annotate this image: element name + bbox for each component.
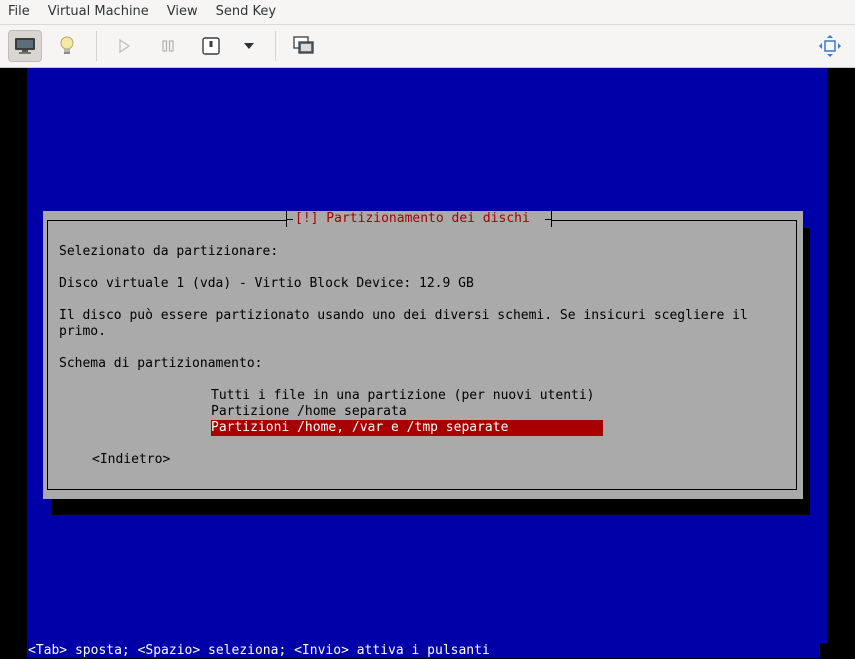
toolbar <box>0 25 855 68</box>
play-icon <box>119 38 131 54</box>
disk-description: Disco virtuale 1 (vda) - Virtio Block De… <box>59 276 474 291</box>
selected-disk-label: Selezionato da partizionare: <box>59 244 279 259</box>
menu-file[interactable]: File <box>0 0 39 24</box>
dialog-title: [!] Partizionamento dei dischi <box>295 211 530 226</box>
shutdown-menu-button[interactable] <box>232 30 266 62</box>
resize-icon <box>819 35 841 57</box>
console-view-button[interactable] <box>8 30 42 62</box>
menu-bar: File Virtual Machine View Send Key <box>0 0 855 25</box>
dialog-title-box: [!] Partizionamento dei dischi <box>286 211 552 227</box>
pause-icon <box>162 40 174 52</box>
choice-separate-home[interactable]: Partizione /home separata <box>211 404 407 420</box>
menu-send-key[interactable]: Send Key <box>207 0 285 24</box>
description-line-2: primo. <box>59 324 106 339</box>
menu-virtual-machine[interactable]: Virtual Machine <box>39 0 158 24</box>
back-button[interactable]: <Indietro> <box>92 452 170 468</box>
partitioning-dialog: [!] Partizionamento dei dischi Seleziona… <box>43 211 803 499</box>
lightbulb-icon <box>60 36 74 54</box>
chevron-down-icon <box>244 43 254 49</box>
monitor-icon <box>15 38 35 54</box>
scheme-label: Schema di partizionamento: <box>59 356 263 371</box>
screen-corner-block <box>820 643 855 658</box>
snapshots-button[interactable] <box>287 30 321 62</box>
status-line: <Tab> sposta; <Spazio> seleziona; <Invio… <box>28 643 490 658</box>
choice-all-in-one[interactable]: Tutti i file in una partizione (per nuov… <box>211 388 595 404</box>
snapshots-icon <box>293 36 314 54</box>
details-view-button[interactable] <box>50 30 84 62</box>
dialog-frame <box>47 220 797 490</box>
choice-separate-home-var-tmp[interactable]: Partizioni /home, /var e /tmp separate <box>211 420 603 436</box>
vm-console-screen[interactable]: [!] Partizionamento dei dischi Seleziona… <box>0 68 855 658</box>
run-button[interactable] <box>107 30 141 62</box>
pause-button[interactable] <box>151 30 185 62</box>
power-icon <box>202 37 220 55</box>
description-line-1: Il disco può essere partizionato usando … <box>59 308 748 323</box>
fullscreen-button[interactable] <box>813 30 847 62</box>
menu-view[interactable]: View <box>158 0 207 24</box>
shutdown-button[interactable] <box>194 30 228 62</box>
